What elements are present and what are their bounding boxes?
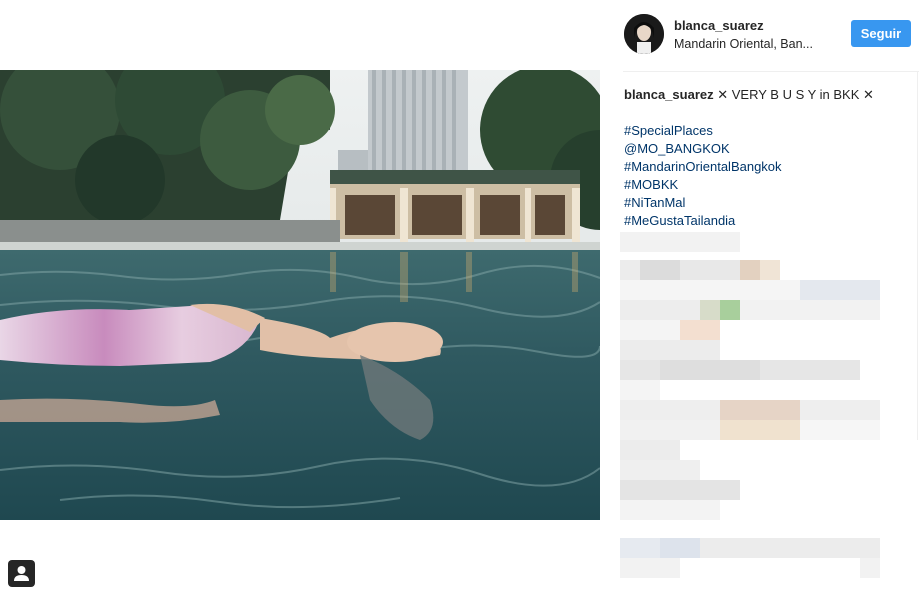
header-divider — [623, 71, 919, 72]
caption: blanca_suarez ✕ VERY B U S Y in BKK ✕ #S… — [624, 86, 914, 230]
post-location[interactable]: Mandarin Oriental, Ban... — [674, 37, 813, 51]
person-icon — [14, 566, 29, 581]
pixelated-comment-input — [620, 538, 919, 578]
pixelated-comments — [620, 232, 919, 522]
caption-tags: #SpecialPlaces @MO_BANGKOK #MandarinOrie… — [624, 122, 914, 230]
caption-text: ✕ VERY B U S Y in BKK ✕ — [717, 87, 874, 102]
profile-tag-button[interactable] — [8, 560, 35, 587]
avatar[interactable] — [624, 14, 664, 54]
hashtag-link[interactable]: #SpecialPlaces — [624, 122, 914, 140]
follow-button[interactable]: Seguir — [851, 20, 911, 47]
avatar-image — [624, 14, 664, 54]
hashtag-link[interactable]: #NiTanMal — [624, 194, 914, 212]
hashtag-link[interactable]: #MeGustaTailandia — [624, 212, 914, 230]
mention-link[interactable]: @MO_BANGKOK — [624, 140, 914, 158]
hashtag-link[interactable]: #MandarinOrientalBangkok — [624, 158, 914, 176]
post-header: blanca_suarez Mandarin Oriental, Ban... … — [610, 0, 919, 70]
post-username[interactable]: blanca_suarez — [674, 18, 764, 33]
post-photo[interactable] — [0, 70, 600, 520]
hashtag-link[interactable]: #MOBKK — [624, 176, 914, 194]
pool-photo-illustration — [0, 70, 600, 520]
caption-username[interactable]: blanca_suarez — [624, 87, 714, 102]
